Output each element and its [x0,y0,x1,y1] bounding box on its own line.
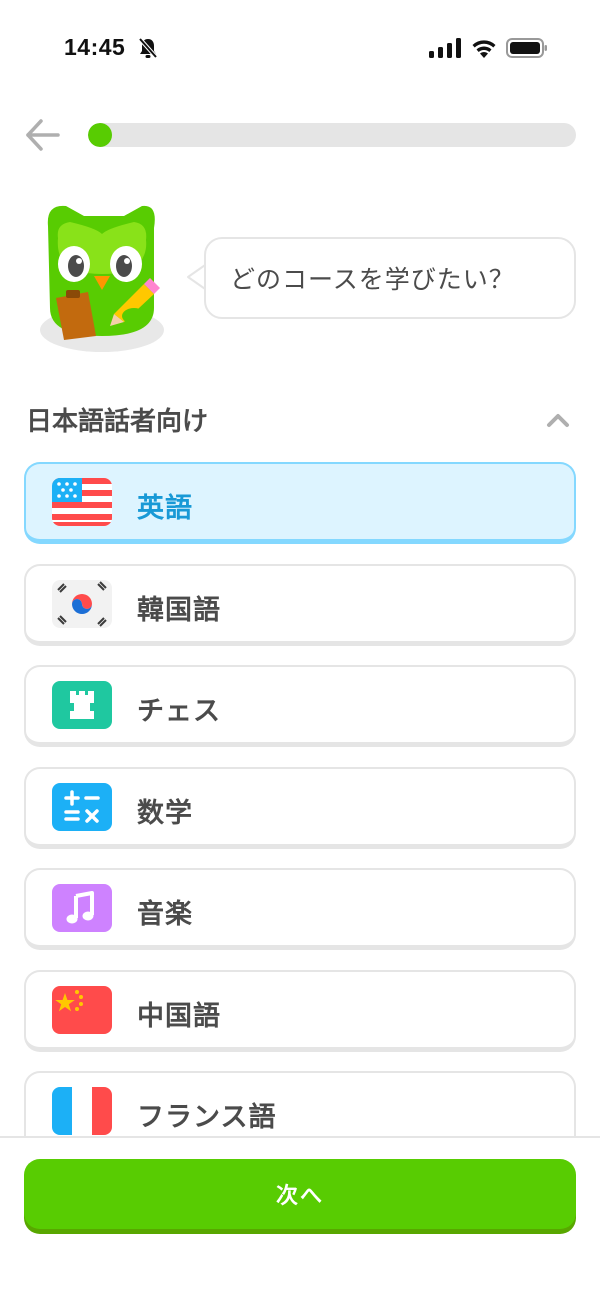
math-icon [52,782,112,831]
status-bar: 14:45 [0,0,600,96]
music-note-icon [52,884,112,932]
status-time: 14:45 [64,34,126,60]
section-title: 日本語話者向け [26,407,209,437]
progress-bar [88,123,576,147]
wifi-icon [472,40,496,58]
bell-off-icon [138,37,158,59]
course-option-chess[interactable]: チェス [24,665,576,747]
course-label: フランス語 [137,1102,277,1133]
france-flag-icon [52,1087,112,1135]
course-option-english[interactable]: 英語 [24,462,576,544]
course-option-music[interactable]: 音楽 [24,868,576,950]
course-label: チェス [137,696,221,727]
chess-rook-icon [52,681,112,729]
course-label: 中国語 [137,1000,221,1032]
course-option-korean[interactable]: 韓国語 [24,563,576,646]
china-flag-icon [52,985,112,1034]
course-label: 数学 [137,797,193,829]
question-text: どのコースを学びたい？ [230,265,515,294]
next-button-label: 次へ [275,1184,324,1209]
course-option-french[interactable]: フランス語 [24,1071,576,1136]
course-label: 英語 [137,493,193,524]
course-label: 韓国語 [137,594,221,626]
progress-fill [88,123,112,147]
speech-bubble: どのコースを学びたい？ [204,237,576,319]
arrow-left-icon[interactable] [24,116,62,154]
course-option-chinese[interactable]: 中国語 [24,969,576,1052]
korea-flag-icon [52,579,112,628]
course-label: 音楽 [137,899,193,930]
next-button[interactable]: 次へ [24,1159,576,1229]
battery-icon [506,38,547,58]
owl-mascot [40,205,164,352]
cellular-signal-icon [429,38,461,58]
course-option-math[interactable]: 数学 [24,766,576,849]
course-list: 英語 韓国語 チェス 数学 音楽 中国語 フランス語 [24,462,576,1136]
us-flag-icon [52,478,112,526]
chevron-up-icon[interactable] [545,410,571,430]
